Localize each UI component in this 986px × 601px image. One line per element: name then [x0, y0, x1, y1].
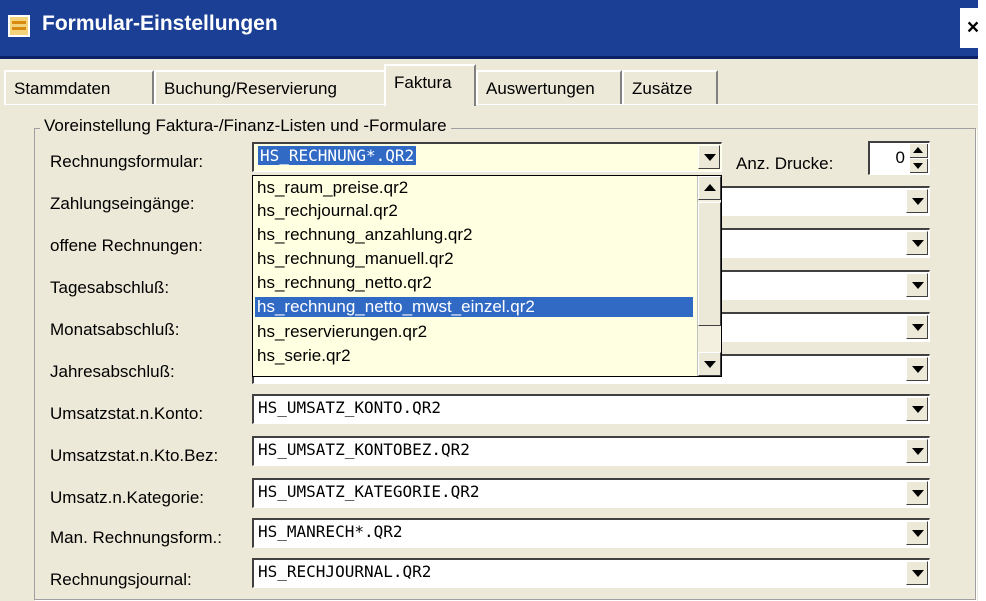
chevron-down-icon[interactable]: [698, 145, 720, 169]
combo-rechnungsjournal[interactable]: HS_RECHJOURNAL.QR2: [252, 558, 930, 588]
combo-value: HS_UMSATZ_KONTOBEZ.QR2: [258, 440, 470, 459]
app-icon: [8, 15, 30, 37]
tab-stammdaten[interactable]: Stammdaten: [4, 70, 154, 104]
label-umsatz-kategorie: Umsatz.n.Kategorie:: [50, 488, 205, 507]
tab-label: Buchung/Reservierung: [164, 79, 337, 98]
tab-zusaetze[interactable]: Zusätze: [622, 70, 718, 104]
combo-value: HS_RECHNUNG*.QR2: [258, 146, 417, 165]
chevron-down-icon[interactable]: [906, 315, 928, 339]
combo-value: HS_UMSATZ_KONTO.QR2: [258, 398, 442, 417]
dropdown-item-selected[interactable]: hs_rechnung_netto_mwst_einzel.qr2: [255, 297, 693, 317]
label-rechnungsformular: Rechnungsformular:: [50, 152, 204, 171]
label-jahresabschluss: Jahresabschluß:: [50, 362, 175, 381]
tab-faktura[interactable]: Faktura: [384, 64, 476, 106]
combo-value: HS_MANRECH*.QR2: [258, 522, 403, 541]
label-umsatzstat-konto: Umsatzstat.n.Konto:: [50, 404, 204, 423]
tab-buchung-reservierung[interactable]: Buchung/Reservierung: [154, 70, 386, 104]
chevron-down-icon[interactable]: [906, 189, 928, 213]
combo-umsatz-kategorie[interactable]: HS_UMSATZ_KATEGORIE.QR2: [252, 478, 930, 508]
group-title: Voreinstellung Faktura-/Finanz-Listen un…: [40, 116, 451, 136]
label-rechnungsjournal: Rechnungsjournal:: [50, 570, 192, 589]
dropdown-item[interactable]: hs_reservierungen.qr2: [257, 322, 427, 342]
chevron-down-icon[interactable]: [906, 231, 928, 255]
close-icon[interactable]: ×: [960, 8, 986, 48]
dropdown-item[interactable]: hs_serie.qr2: [257, 346, 351, 366]
dropdown-item[interactable]: hs_raum_preise.qr2: [257, 178, 408, 198]
scroll-thumb[interactable]: [698, 202, 721, 326]
tab-auswertungen[interactable]: Auswertungen: [476, 70, 622, 104]
label-umsatzstat-kto-bez: Umsatzstat.n.Kto.Bez:: [50, 446, 219, 465]
label-tagesabschluss: Tagesabschluß:: [50, 278, 170, 297]
dropdown-item[interactable]: hs_rechnung_anzahlung.qr2: [257, 225, 473, 245]
label-zahlungseingaenge: Zahlungseingänge:: [50, 194, 195, 213]
dropdown-item[interactable]: hs_rechnung_manuell.qr2: [257, 249, 454, 269]
chevron-down-icon[interactable]: [906, 273, 928, 297]
chevron-down-icon[interactable]: [906, 357, 928, 381]
tab-label: Stammdaten: [14, 79, 111, 98]
chevron-down-icon[interactable]: [906, 481, 928, 505]
anz-drucke-spinner[interactable]: 0: [868, 141, 930, 175]
label-man-rechnungsform: Man. Rechnungsform.:: [50, 528, 222, 547]
label-monatsabschluss: Monatsabschluß:: [50, 320, 180, 339]
combo-value: HS_UMSATZ_KATEGORIE.QR2: [258, 482, 480, 501]
dropdown-item[interactable]: hs_rechnung_netto.qr2: [257, 273, 432, 293]
spin-up-icon[interactable]: [910, 144, 928, 158]
tab-label: Faktura: [394, 73, 452, 92]
combo-rechnungsformular[interactable]: HS_RECHNUNG*.QR2: [252, 142, 722, 172]
label-anz-drucke: Anz. Drucke:: [736, 154, 834, 173]
tab-label: Zusätze: [632, 79, 693, 98]
dialog-window: Formular-Einstellungen Stammdaten Buchun…: [0, 0, 978, 601]
scroll-up-icon[interactable]: [698, 176, 721, 200]
title-bar[interactable]: Formular-Einstellungen: [0, 0, 978, 59]
chevron-down-icon[interactable]: [906, 397, 928, 421]
label-offene-rechnungen: offene Rechnungen:: [50, 236, 203, 255]
combo-value: HS_RECHJOURNAL.QR2: [258, 562, 432, 581]
tab-label: Auswertungen: [486, 79, 595, 98]
dropdown-item[interactable]: hs_rechjournal.qr2: [257, 201, 398, 221]
scroll-down-icon[interactable]: [698, 352, 721, 376]
combo-umsatzstat-konto[interactable]: HS_UMSATZ_KONTO.QR2: [252, 394, 930, 424]
combo-umsatzstat-kto-bez[interactable]: HS_UMSATZ_KONTOBEZ.QR2: [252, 436, 930, 466]
chevron-down-icon[interactable]: [906, 561, 928, 585]
dropdown-scrollbar[interactable]: [697, 176, 721, 376]
combo-man-rechnungsform[interactable]: HS_MANRECH*.QR2: [252, 518, 930, 548]
window-title: Formular-Einstellungen: [42, 12, 278, 35]
chevron-down-icon[interactable]: [906, 439, 928, 463]
dropdown-list[interactable]: hs_raum_preise.qr2 hs_rechjournal.qr2 hs…: [252, 175, 722, 377]
tab-baseline: [4, 104, 978, 105]
spinner-value: 0: [895, 148, 905, 167]
chevron-down-icon[interactable]: [906, 521, 928, 545]
window-edge: [978, 0, 986, 601]
spin-down-icon[interactable]: [910, 159, 928, 173]
